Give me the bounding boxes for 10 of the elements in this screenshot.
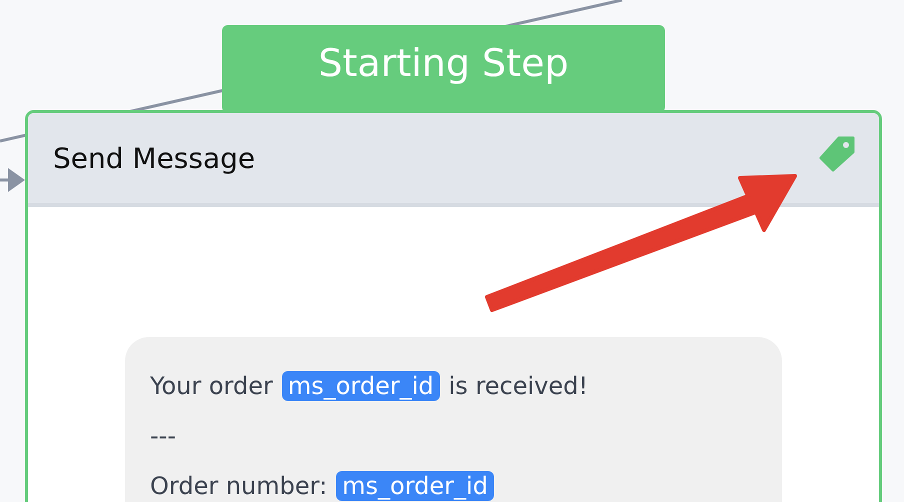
message-text: --- — [150, 422, 176, 450]
node-title: Send Message — [53, 142, 256, 174]
variable-chip: ms_order_id — [336, 471, 494, 501]
tag-icon[interactable] — [819, 136, 855, 172]
variable-chip: ms_order_id — [282, 371, 440, 401]
starting-step-badge: Starting Step — [222, 25, 665, 113]
message-text: Order number: — [150, 472, 328, 500]
message-text: Your order — [150, 372, 273, 400]
message-text: is received! — [448, 372, 588, 400]
connector-arrow — [0, 168, 25, 192]
